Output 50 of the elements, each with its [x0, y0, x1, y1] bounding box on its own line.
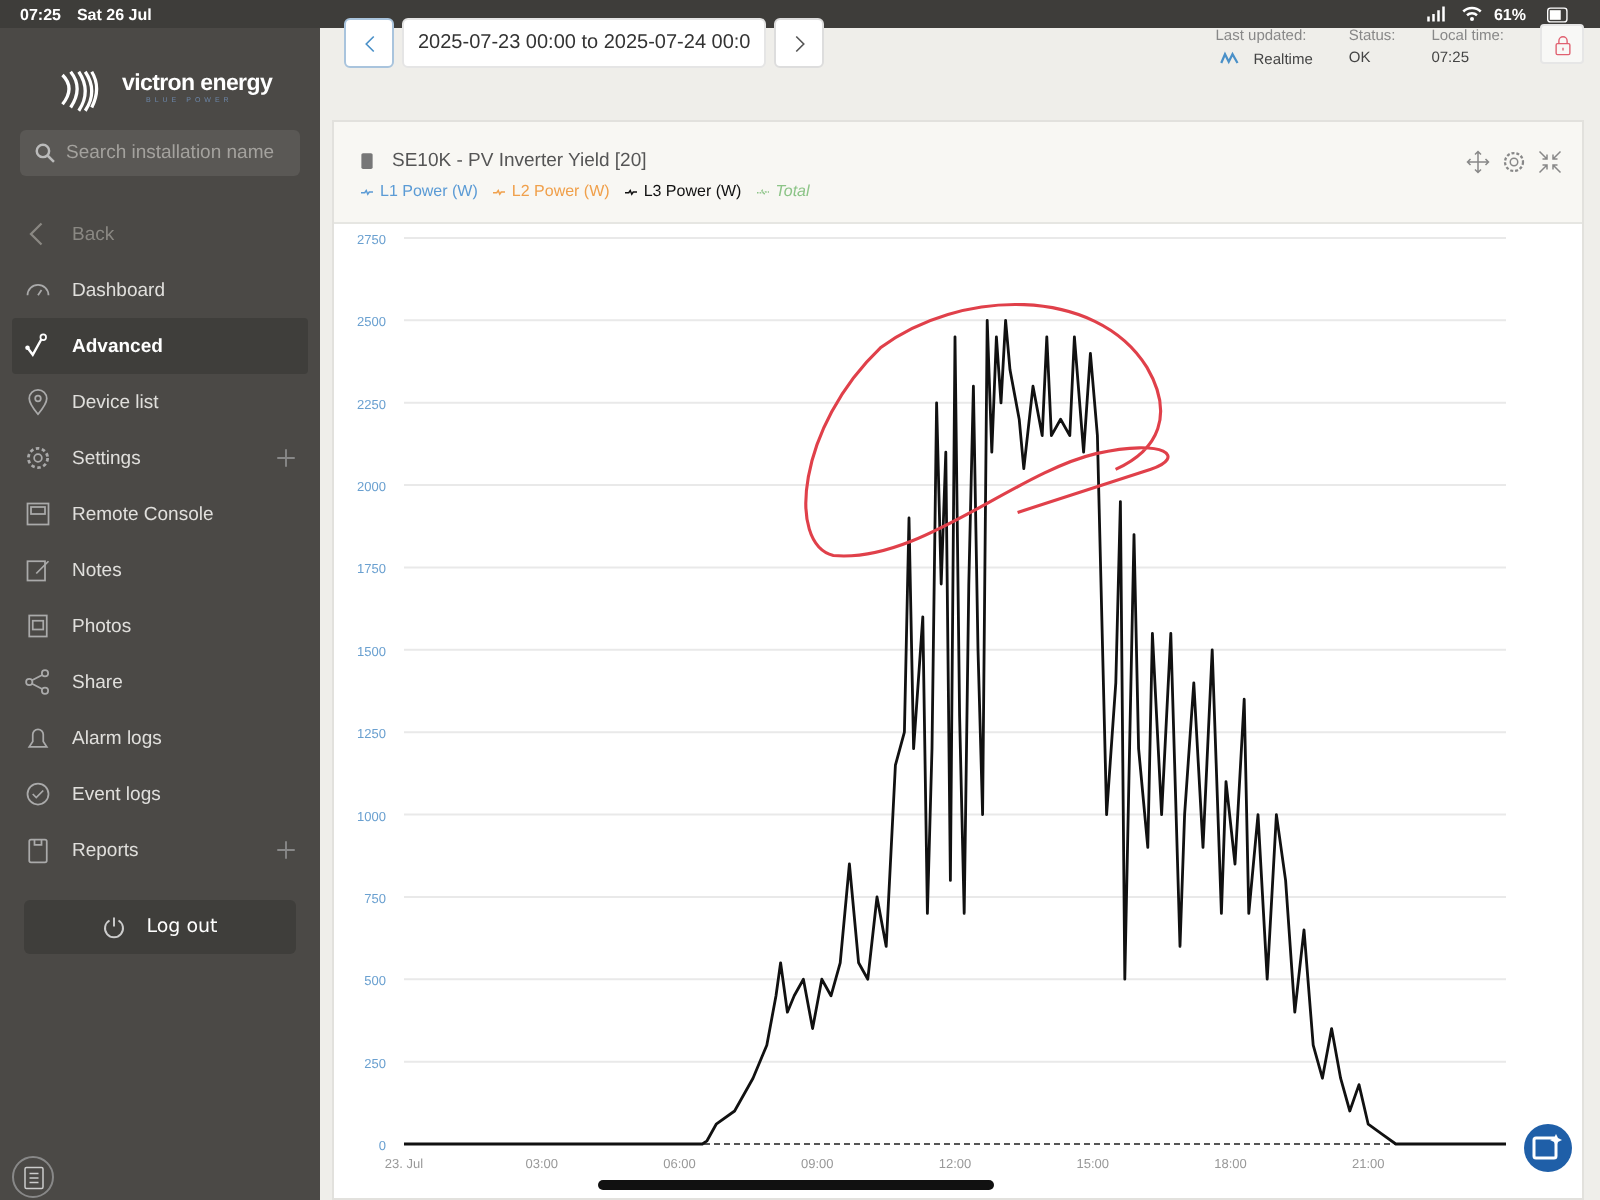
nav-icon: [24, 444, 52, 472]
line-icon: [489, 185, 508, 197]
line-icon: [621, 185, 640, 197]
chart-title: SE10K - PV Inverter Yield [20]: [392, 150, 647, 172]
search-icon: [34, 142, 56, 164]
nav-item[interactable]: Photos: [12, 598, 308, 654]
nav-item[interactable]: Share: [12, 654, 308, 710]
nav-item[interactable]: Event logs: [12, 766, 308, 822]
clock-text: 07:25: [20, 5, 61, 23]
signal-icon: [1421, 4, 1450, 24]
power-icon: [102, 915, 127, 939]
move-icon: [1466, 149, 1490, 173]
menu-button[interactable]: [12, 1156, 54, 1198]
legend-item[interactable]: L3 Power (W): [621, 182, 742, 200]
nav-icon: [24, 500, 52, 528]
logo-text: victron energy: [122, 72, 273, 96]
nav-icon: [24, 780, 52, 808]
nav-item[interactable]: Advanced: [12, 318, 308, 374]
nav-item[interactable]: Device list: [12, 374, 308, 430]
lock-button[interactable]: [1540, 24, 1584, 64]
nav-icon: [24, 668, 52, 696]
line-icon: [358, 185, 376, 197]
nav-item[interactable]: Remote Console: [12, 486, 308, 542]
collapse-icon: [1538, 149, 1562, 173]
previous-button[interactable]: [344, 18, 394, 68]
date-range-button[interactable]: 2025-07-23 00:00 to 2025-07-24 00:0: [402, 18, 767, 68]
date-text: Sat 26 Jul: [76, 5, 152, 23]
wifi-icon: [1459, 4, 1484, 24]
device-icon: [358, 148, 376, 174]
line-icon: [753, 185, 772, 197]
logout-button[interactable]: Log out: [24, 900, 296, 954]
nav-item[interactable]: Reports: [12, 822, 308, 878]
nav-icon: [24, 836, 52, 864]
search-field[interactable]: Search installation name: [20, 130, 300, 176]
message-icon: [1532, 1132, 1564, 1164]
nav-icon: [24, 388, 52, 416]
battery-text: 61%: [1493, 5, 1526, 23]
nav-item[interactable]: Settings: [12, 430, 308, 486]
nav-item[interactable]: Dashboard: [12, 262, 308, 318]
document-icon: [21, 1165, 45, 1189]
lock-icon: [1551, 31, 1573, 57]
nav-item[interactable]: Alarm logs: [12, 710, 308, 766]
next-button[interactable]: [774, 18, 825, 68]
nav-icon: [24, 556, 52, 584]
nav-icon: [24, 332, 52, 360]
nav-icon: [24, 724, 52, 752]
nav-icon: [24, 612, 52, 640]
settings-icon: [1502, 149, 1526, 173]
nav-item[interactable]: Notes: [12, 542, 308, 598]
wave-icon: [1215, 48, 1244, 68]
